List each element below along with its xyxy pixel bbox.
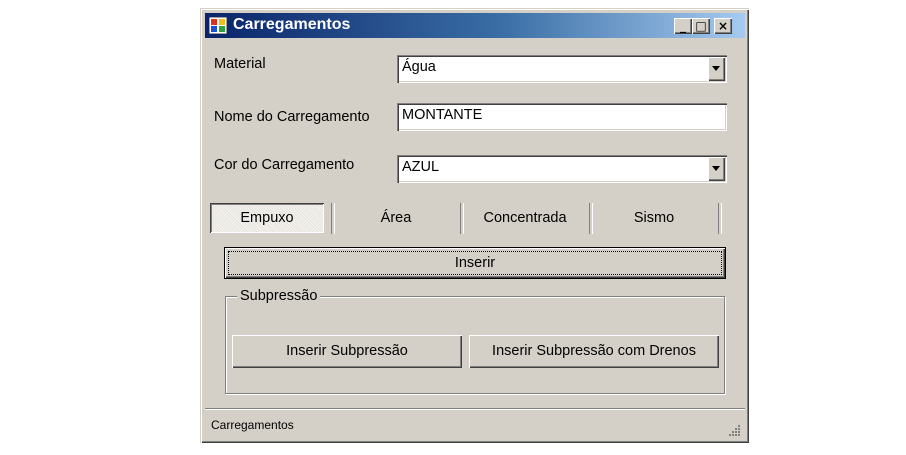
focus-rect <box>228 251 722 275</box>
color-value: AZUL <box>402 159 440 175</box>
color-select[interactable]: AZUL <box>397 155 727 183</box>
title-bar[interactable]: Carregamentos _ □ × <box>205 13 745 38</box>
material-label: Material <box>214 56 266 72</box>
insert-subpressure-button[interactable]: Inserir Subpressão <box>232 335 462 368</box>
tab-sismo[interactable]: Sismo <box>591 203 717 233</box>
maximize-icon[interactable]: □ <box>692 18 710 34</box>
app-icon <box>209 17 227 34</box>
color-label: Cor do Carregamento <box>214 157 355 173</box>
subpressure-group-title: Subpressão <box>237 288 321 304</box>
insert-button[interactable]: Inserir <box>224 247 726 279</box>
window-title: Carregamentos <box>233 16 351 33</box>
dropdown-arrow-icon[interactable] <box>708 57 725 81</box>
minimize-icon[interactable]: _ <box>674 18 692 34</box>
name-label: Nome do Carregamento <box>214 109 370 125</box>
material-select[interactable]: Água <box>397 55 727 83</box>
name-field[interactable]: MONTANTE <box>397 103 727 131</box>
insert-subpressure-drains-button[interactable]: Inserir Subpressão com Drenos <box>469 335 719 368</box>
resize-grip-icon[interactable] <box>729 424 741 436</box>
tab-concentrada[interactable]: Concentrada <box>462 203 588 233</box>
material-value: Água <box>402 59 436 75</box>
tab-separator <box>718 203 722 234</box>
tab-empuxo[interactable]: Empuxo <box>210 203 324 233</box>
close-icon[interactable]: × <box>714 18 732 34</box>
dropdown-arrow-icon[interactable] <box>708 157 725 181</box>
window: Carregamentos _ □ × Material Água Nome d… <box>200 8 749 443</box>
tab-area[interactable]: Área <box>333 203 459 233</box>
name-value: MONTANTE <box>402 107 483 123</box>
status-text: Carregamentos <box>211 418 294 432</box>
status-bar: Carregamentos <box>205 408 745 440</box>
